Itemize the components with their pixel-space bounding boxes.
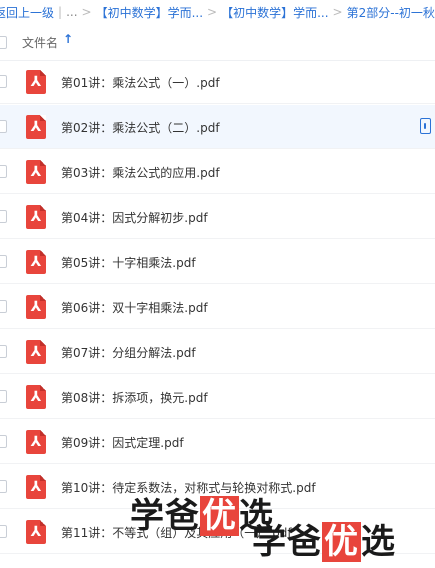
breadcrumb-separator: |: [58, 5, 63, 19]
watermark: 学爸优选: [252, 522, 396, 562]
file-name[interactable]: 第07讲：分组分解法.pdf: [61, 344, 196, 361]
row-checkbox[interactable]: [0, 345, 7, 358]
row-checkbox[interactable]: [0, 480, 7, 493]
file-name[interactable]: 第08讲：拆添项，换元.pdf: [61, 389, 208, 406]
file-list-header: 文件名 ↑: [0, 24, 435, 61]
file-row[interactable]: ⅄ 第09讲：因式定理.pdf: [0, 420, 435, 464]
file-name[interactable]: 第05讲：十字相乘法.pdf: [61, 254, 196, 271]
row-checkbox[interactable]: [0, 255, 7, 268]
pdf-icon: ⅄: [26, 430, 46, 454]
file-row[interactable]: ⅄ 第07讲：分组分解法.pdf: [0, 330, 435, 374]
breadcrumb-item[interactable]: 第2部分--初一秋...: [347, 4, 435, 21]
pdf-icon: ⅄: [26, 340, 46, 364]
row-checkbox[interactable]: [0, 75, 7, 88]
sort-ascending-icon[interactable]: ↑: [63, 32, 73, 46]
breadcrumb-item[interactable]: 【初中数学】学而...: [221, 4, 328, 21]
pdf-icon: ⅄: [26, 115, 46, 139]
pdf-icon: ⅄: [26, 385, 46, 409]
row-checkbox[interactable]: [0, 435, 7, 448]
pdf-icon: ⅄: [26, 520, 46, 544]
pdf-icon: ⅄: [26, 295, 46, 319]
file-row[interactable]: ⅄ 第03讲：乘法公式的应用.pdf: [0, 150, 435, 194]
pdf-icon: ⅄: [26, 250, 46, 274]
file-row[interactable]: ⅄ 第06讲：双十字相乘法.pdf: [0, 285, 435, 329]
file-name[interactable]: 第02讲：乘法公式（二）.pdf: [61, 119, 220, 136]
file-name[interactable]: 第01讲：乘法公式（一）.pdf: [61, 74, 220, 91]
row-checkbox[interactable]: [0, 165, 7, 178]
file-name[interactable]: 第09讲：因式定理.pdf: [61, 434, 184, 451]
column-filename[interactable]: 文件名: [22, 34, 58, 51]
pdf-icon: ⅄: [26, 160, 46, 184]
pdf-icon: ⅄: [26, 475, 46, 499]
file-name[interactable]: 第04讲：因式分解初步.pdf: [61, 209, 208, 226]
row-checkbox[interactable]: [0, 525, 7, 538]
file-row[interactable]: ⅄ 第08讲：拆添项，换元.pdf: [0, 375, 435, 419]
select-all-checkbox[interactable]: [0, 36, 7, 49]
row-checkbox[interactable]: [0, 300, 7, 313]
file-row[interactable]: ⅄ 第01讲：乘法公式（一）.pdf: [0, 60, 435, 104]
row-checkbox[interactable]: [0, 120, 7, 133]
device-icon[interactable]: [420, 118, 431, 134]
file-row[interactable]: ⅄ 第05讲：十字相乘法.pdf: [0, 240, 435, 284]
back-link[interactable]: 返回上一级: [0, 4, 54, 21]
breadcrumb-item[interactable]: 【初中数学】学而...: [96, 4, 203, 21]
pdf-icon: ⅄: [26, 70, 46, 94]
breadcrumb-separator: >: [332, 5, 343, 19]
pdf-icon: ⅄: [26, 205, 46, 229]
breadcrumb-separator: >: [81, 5, 92, 19]
file-row[interactable]: ⅄ 第04讲：因式分解初步.pdf: [0, 195, 435, 239]
breadcrumb-separator: >: [207, 5, 218, 19]
breadcrumb: 返回上一级 | ... > 【初中数学】学而... > 【初中数学】学而... …: [0, 0, 435, 24]
breadcrumb-ellipsis[interactable]: ...: [66, 5, 77, 19]
row-checkbox[interactable]: [0, 210, 7, 223]
file-name[interactable]: 第06讲：双十字相乘法.pdf: [61, 299, 208, 316]
row-checkbox[interactable]: [0, 390, 7, 403]
file-row[interactable]: ⅄ 第02讲：乘法公式（二）.pdf: [0, 105, 435, 149]
file-name[interactable]: 第03讲：乘法公式的应用.pdf: [61, 164, 220, 181]
